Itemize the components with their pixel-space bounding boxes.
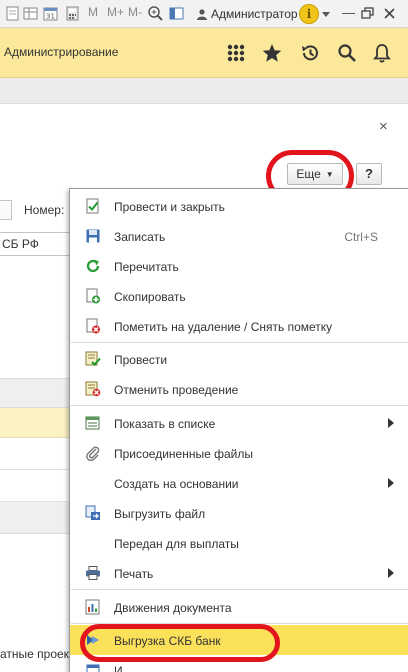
info-dropdown-icon[interactable] xyxy=(322,10,330,18)
reread-icon xyxy=(86,259,100,273)
submenu-arrow-icon xyxy=(388,418,394,428)
menu-item-copy[interactable]: Скопировать xyxy=(70,281,408,311)
menu-separator xyxy=(71,589,408,590)
menu-item-label: Выгрузить файл xyxy=(114,507,206,521)
table-row[interactable] xyxy=(0,470,70,502)
menu-item-label: И xyxy=(114,664,123,672)
help-button[interactable]: ? xyxy=(356,163,382,185)
menu-item-create-based-on[interactable]: Создать на основании xyxy=(70,468,408,498)
menu-item-unpost[interactable]: Отменить проведение xyxy=(70,374,408,404)
paperclip-icon xyxy=(86,446,100,461)
unpost-icon xyxy=(85,381,101,397)
menu-item-label: Выгрузка СКБ банк xyxy=(114,634,221,648)
user-name: Администратор xyxy=(211,6,298,21)
menu-item-label: Скопировать xyxy=(114,290,186,304)
notifications-bell-icon[interactable] xyxy=(371,42,393,64)
menu-item-more[interactable]: И xyxy=(70,655,408,672)
table-row[interactable] xyxy=(0,408,70,438)
menu-item-label: Отменить проведение xyxy=(114,383,239,397)
memory-plus-button[interactable]: M+ xyxy=(107,5,124,19)
minimize-icon[interactable]: — xyxy=(342,5,355,20)
table-header-row xyxy=(0,378,70,408)
menu-item-label: Записать xyxy=(114,230,166,244)
mark-delete-icon xyxy=(86,318,100,334)
history-icon[interactable] xyxy=(299,42,321,64)
more-button[interactable]: Еще ▼ xyxy=(287,163,343,185)
truncated-form-text: атные проек xyxy=(0,647,69,661)
menu-item-label: Создать на основании xyxy=(114,477,239,491)
tabs-strip xyxy=(0,78,408,104)
calendar-icon[interactable]: 31 xyxy=(42,5,59,22)
menu-item-label: Перечитать xyxy=(114,260,179,274)
menu-item-label: Провести xyxy=(114,353,168,367)
copy-icon xyxy=(86,288,100,304)
menu-item-label: Передан для выплаты xyxy=(114,537,239,551)
section-title[interactable]: Администрирование xyxy=(4,45,118,59)
menu-item-post[interactable]: Провести xyxy=(70,344,408,374)
menu-item-print[interactable]: Печать xyxy=(70,558,408,588)
menu-item-save[interactable]: Записать Ctrl+S xyxy=(70,221,408,251)
apps-grid-icon[interactable] xyxy=(225,42,247,64)
calculator-icon[interactable] xyxy=(64,5,81,22)
post-and-close-icon xyxy=(86,198,99,214)
panel-toggle-icon[interactable] xyxy=(168,5,185,22)
menu-item-reread[interactable]: Перечитать xyxy=(70,251,408,281)
section-header: Администрирование xyxy=(0,28,408,78)
save-disk-icon xyxy=(86,229,100,243)
menu-item-skb-bank-export[interactable]: Выгрузка СКБ банк xyxy=(70,625,408,655)
menu-item-shortcut: Ctrl+S xyxy=(344,230,378,244)
printer-icon xyxy=(86,566,100,580)
table-row[interactable] xyxy=(0,438,70,470)
date-calendar-button[interactable] xyxy=(0,200,12,220)
menu-separator xyxy=(71,342,408,343)
movements-icon xyxy=(85,599,100,615)
submenu-arrow-icon xyxy=(388,478,394,488)
submenu-arrow-icon xyxy=(388,568,394,578)
bank-export-icon xyxy=(87,635,99,645)
favorites-star-icon[interactable] xyxy=(261,42,283,64)
menu-item-show-in-list[interactable]: Показать в списке xyxy=(70,408,408,438)
menu-separator xyxy=(71,405,408,406)
table-icon[interactable] xyxy=(22,5,39,22)
close-window-icon[interactable] xyxy=(384,8,395,19)
restore-icon[interactable] xyxy=(361,7,374,20)
top-toolbar: 31 M M+ M- Администратор i — xyxy=(0,0,408,28)
number-label: Номер: xyxy=(24,203,65,217)
current-user[interactable]: Администратор xyxy=(196,3,298,24)
more-actions-menu: Провести и закрыть Записать Ctrl+S Переч… xyxy=(69,188,408,672)
memory-minus-button[interactable]: M- xyxy=(128,5,142,19)
svg-text:31: 31 xyxy=(46,13,55,21)
zoom-in-icon[interactable] xyxy=(147,5,164,22)
menu-item-label: Показать в списке xyxy=(114,417,216,431)
menu-item-document-movements[interactable]: Движения документа xyxy=(70,592,408,622)
menu-item-mark-delete[interactable]: Пометить на удаление / Снять пометку xyxy=(70,311,408,341)
menu-item-label: Движения документа xyxy=(114,601,232,615)
post-icon xyxy=(85,351,101,366)
menu-separator xyxy=(71,623,408,624)
menu-item-label: Печать xyxy=(114,567,154,581)
menu-item-post-and-close[interactable]: Провести и закрыть xyxy=(70,191,408,221)
info-button[interactable]: i xyxy=(299,4,319,24)
close-form-icon[interactable]: × xyxy=(379,118,388,135)
menu-item-label: Провести и закрыть xyxy=(114,200,225,214)
bank-field[interactable]: СБ РФ xyxy=(0,232,70,256)
more-button-label: Еще xyxy=(296,167,321,181)
export-file-icon xyxy=(85,505,100,520)
document-icon[interactable] xyxy=(4,5,21,22)
show-in-list-icon xyxy=(85,416,100,430)
chevron-down-icon: ▼ xyxy=(325,169,334,179)
memory-m-button[interactable]: M xyxy=(88,5,98,19)
menu-item-label: Присоединенные файлы xyxy=(114,447,253,461)
search-icon[interactable] xyxy=(336,42,358,64)
menu-item-transferred-for-payment[interactable]: Передан для выплаты xyxy=(70,528,408,558)
menu-item-export-file[interactable]: Выгрузить файл xyxy=(70,498,408,528)
user-icon xyxy=(197,8,207,20)
table-footer-row xyxy=(0,502,70,534)
menu-item-label: Пометить на удаление / Снять пометку xyxy=(114,320,333,334)
more-item-icon xyxy=(86,664,100,672)
menu-item-attached-files[interactable]: Присоединенные файлы xyxy=(70,438,408,468)
